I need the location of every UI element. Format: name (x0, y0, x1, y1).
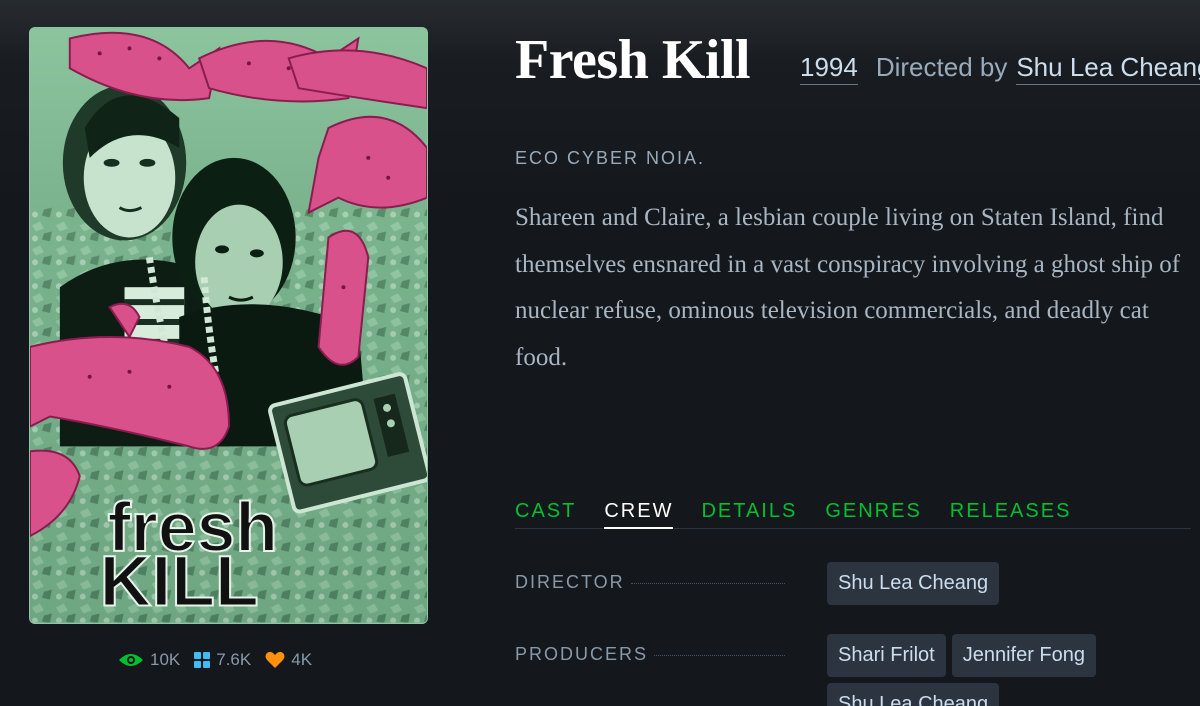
crew-people: Shu Lea Cheang (827, 562, 1197, 605)
release-year-link[interactable]: 1994 (800, 52, 858, 85)
watched-count: 10K (150, 650, 181, 669)
tab-cast[interactable]: CAST (515, 500, 576, 528)
eye-icon (119, 654, 143, 666)
film-synopsis: Shareen and Claire, a lesbian couple liv… (515, 204, 1181, 371)
film-tagline: ECO CYBER NOIA. (515, 148, 706, 168)
crew-role-text: PRODUCERS (515, 644, 649, 664)
crew-role-label: PRODUCERS (515, 644, 785, 665)
person-chip[interactable]: Jennifer Fong (951, 634, 1096, 677)
lists-stat[interactable]: 7.6K (194, 650, 251, 670)
crew-people: Shari Frilot Jennifer Fong Shu Lea Chean… (827, 634, 1197, 706)
leader-dots (654, 655, 785, 656)
crew-role-label: DIRECTOR (515, 572, 785, 593)
poster-logo-line2: KILL (100, 542, 259, 622)
film-meta: 1994 Directed by Shu Lea Cheang (800, 52, 1200, 86)
watched-stat[interactable]: 10K (118, 650, 180, 670)
directed-by-label: Directed by (875, 52, 1008, 82)
person-chip[interactable]: Shu Lea Cheang (827, 683, 1000, 706)
leader-dots (630, 583, 785, 584)
person-chip[interactable]: Shu Lea Cheang (827, 562, 1000, 605)
crew-role-text: DIRECTOR (515, 572, 625, 592)
poster-artwork: fresh KILL (30, 28, 427, 623)
tab-crew[interactable]: CREW (604, 500, 674, 529)
film-stats: 10K 7.6K 4K (118, 648, 312, 672)
director-link[interactable]: Shu Lea Cheang (1016, 52, 1200, 85)
tab-releases[interactable]: RELEASES (950, 500, 1072, 528)
tab-details[interactable]: DETAILS (701, 500, 797, 528)
film-title: Fresh Kill (515, 29, 751, 91)
tab-genres[interactable]: GENRES (825, 500, 921, 528)
details-tabs: CAST CREW DETAILS GENRES RELEASES (515, 500, 1191, 529)
heart-icon (265, 651, 285, 668)
likes-count: 4K (291, 650, 313, 669)
likes-stat[interactable]: 4K (265, 650, 312, 670)
film-poster[interactable]: fresh KILL (29, 27, 428, 624)
person-chip[interactable]: Shari Frilot (827, 634, 946, 677)
grid-icon (194, 652, 211, 668)
lists-count: 7.6K (216, 650, 252, 669)
